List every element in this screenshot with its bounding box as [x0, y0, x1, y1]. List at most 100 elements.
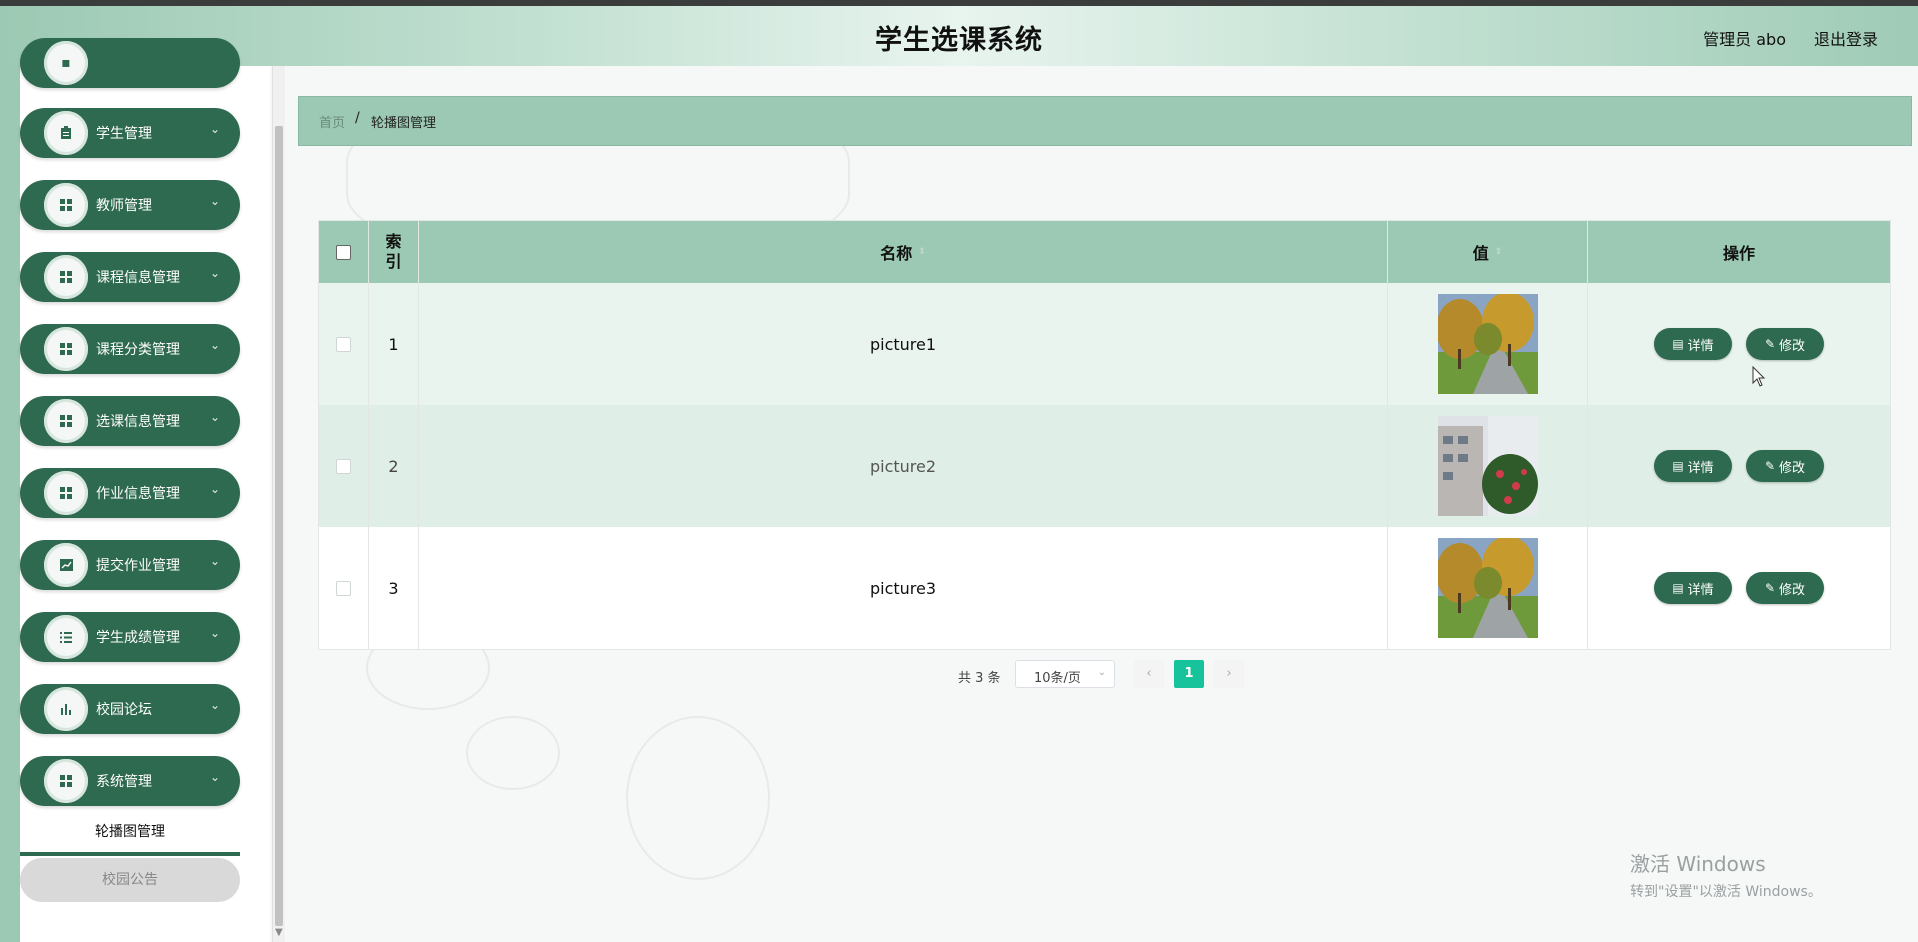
pencil-icon: ✎ — [1764, 337, 1776, 351]
detail-button[interactable]: ▤ 详情 — [1654, 572, 1732, 604]
scroll-down-arrow-icon[interactable]: ▼ — [275, 927, 283, 938]
trend-chart-icon — [44, 543, 88, 587]
column-header-value-label: 值 — [1472, 244, 1489, 263]
row-index: 1 — [369, 283, 419, 405]
row-select-cell — [319, 527, 369, 649]
campus-trees-image[interactable] — [1437, 538, 1538, 638]
menu-icon: ▪ — [44, 41, 88, 85]
grid-icon — [44, 471, 88, 515]
pagination-total: 共 3 条 — [958, 671, 1001, 686]
edit-button[interactable]: ✎ 修改 — [1746, 328, 1824, 360]
sidebar-item-label: 学生成绩管理 — [96, 630, 180, 646]
row-name: picture1 — [419, 283, 1388, 405]
watermark-subtitle: 转到"设置"以激活 Windows。 — [1630, 884, 1822, 900]
table-row: 1 picture1 ▤ 详情 ✎ 修改 — [319, 283, 1890, 405]
breadcrumb-separator: / — [355, 110, 360, 126]
scrollbar-thumb[interactable] — [275, 126, 283, 926]
edit-button-label: 修改 — [1779, 460, 1806, 476]
row-image-cell — [1388, 527, 1588, 649]
row-actions: ▤ 详情 ✎ 修改 — [1588, 527, 1890, 649]
edit-button[interactable]: ✎ 修改 — [1746, 572, 1824, 604]
next-page-button[interactable]: › — [1214, 660, 1244, 688]
table-header: 索 引 名称 ⇕ 值 ⇕ 操作 — [319, 221, 1890, 283]
document-icon: ▤ — [1672, 581, 1684, 595]
campus-trees-image[interactable] — [1437, 294, 1538, 394]
page-number-current[interactable]: 1 — [1174, 660, 1204, 688]
sidebar: ▪ 学生管理 ⌄ 教师管理 ⌄ 课程信息管理 ⌄ 课程分类管理 ⌄ 选课信息管理 — [0, 38, 274, 942]
chevron-down-icon: ⌄ — [209, 266, 220, 280]
chevron-down-icon: ⌄ — [209, 410, 220, 424]
chevron-down-icon: ⌄ — [209, 338, 220, 352]
sidebar-item-hidden[interactable]: ▪ — [20, 38, 240, 88]
sidebar-item-label: 系统管理 — [96, 774, 152, 790]
column-header-value[interactable]: 值 ⇕ — [1388, 221, 1588, 283]
sidebar-item-label: 作业信息管理 — [96, 486, 180, 502]
sidebar-item-student[interactable]: 学生管理 ⌄ — [20, 108, 240, 158]
sidebar-item-label: 课程分类管理 — [96, 342, 180, 358]
clipboard-icon — [44, 111, 88, 155]
submenu-announcement[interactable]: 校园公告 — [20, 858, 240, 902]
page-size-select[interactable]: 10条/页 ⌄ — [1015, 660, 1115, 688]
edit-button-label: 修改 — [1779, 582, 1806, 598]
row-checkbox[interactable] — [336, 336, 351, 352]
sidebar-item-label: 课程信息管理 — [96, 270, 180, 286]
grid-icon — [44, 183, 88, 227]
row-checkbox[interactable] — [336, 580, 351, 596]
sidebar-item-teacher[interactable]: 教师管理 ⌄ — [20, 180, 240, 230]
edit-button[interactable]: ✎ 修改 — [1746, 450, 1824, 482]
sidebar-item-label: 提交作业管理 — [96, 558, 180, 574]
sidebar-item-label: 校园论坛 — [96, 702, 152, 718]
sidebar-item-label: 学生管理 — [96, 126, 152, 142]
sidebar-item-course-category[interactable]: 课程分类管理 ⌄ — [20, 324, 240, 374]
pencil-icon: ✎ — [1764, 459, 1776, 473]
sidebar-item-system[interactable]: 系统管理 ⌄ — [20, 756, 240, 806]
chevron-down-icon: ⌄ — [209, 698, 220, 712]
row-image-cell — [1388, 405, 1588, 527]
detail-button-label: 详情 — [1687, 338, 1714, 354]
detail-button[interactable]: ▤ 详情 — [1654, 328, 1732, 360]
breadcrumb-home[interactable]: 首页 — [319, 112, 345, 131]
detail-button-label: 详情 — [1687, 460, 1714, 476]
row-name: picture3 — [419, 527, 1388, 649]
detail-button-label: 详情 — [1687, 582, 1714, 598]
breadcrumb: 首页 / 轮播图管理 — [298, 96, 1912, 146]
chevron-down-icon: ⌄ — [209, 482, 220, 496]
app-header: 学生选课系统 管理员 abo 退出登录 — [0, 6, 1918, 66]
building-flowers-image[interactable] — [1437, 416, 1538, 516]
sidebar-item-label: 选课信息管理 — [96, 414, 180, 430]
background-decoration — [626, 716, 770, 880]
pencil-icon: ✎ — [1764, 581, 1776, 595]
document-icon: ▤ — [1672, 337, 1684, 351]
chevron-down-icon: ⌄ — [209, 770, 220, 784]
chevron-down-icon: ⌄ — [209, 626, 220, 640]
sidebar-item-grades[interactable]: 学生成绩管理 ⌄ — [20, 612, 240, 662]
pagination: 共 3 条 10条/页 ⌄ ‹ 1 › — [0, 660, 1918, 690]
sidebar-item-homework[interactable]: 作业信息管理 ⌄ — [20, 468, 240, 518]
row-index: 2 — [369, 405, 419, 527]
row-checkbox[interactable] — [336, 458, 351, 474]
chevron-down-icon: ⌄ — [209, 194, 220, 208]
row-actions: ▤ 详情 ✎ 修改 — [1588, 283, 1890, 405]
breadcrumb-current: 轮播图管理 — [371, 116, 437, 131]
sidebar-item-enrollment[interactable]: 选课信息管理 ⌄ — [20, 396, 240, 446]
prev-page-button[interactable]: ‹ — [1134, 660, 1164, 688]
logout-link[interactable]: 退出登录 — [1814, 26, 1878, 50]
row-image-cell — [1388, 283, 1588, 405]
sort-icon[interactable]: ⇕ — [918, 247, 926, 257]
chevron-down-icon: ⌄ — [209, 554, 220, 568]
select-all-cell — [319, 221, 369, 283]
sort-icon[interactable]: ⇕ — [1495, 247, 1503, 257]
carousel-table: 索 引 名称 ⇕ 值 ⇕ 操作 1 picture1 ▤ 详情 ✎ 修改 2 p… — [318, 220, 1891, 650]
submenu-carousel[interactable]: 轮播图管理 — [20, 812, 240, 856]
sidebar-item-submissions[interactable]: 提交作业管理 ⌄ — [20, 540, 240, 590]
chevron-down-icon: ⌄ — [1097, 667, 1106, 678]
document-icon: ▤ — [1672, 459, 1684, 473]
detail-button[interactable]: ▤ 详情 — [1654, 450, 1732, 482]
column-header-name[interactable]: 名称 ⇕ — [419, 221, 1388, 283]
select-all-checkbox[interactable] — [336, 244, 351, 260]
sidebar-item-course-info[interactable]: 课程信息管理 ⌄ — [20, 252, 240, 302]
sidebar-scrollbar[interactable]: ▼ — [272, 66, 285, 942]
page-size-value: 10条/页 — [1034, 671, 1081, 686]
sidebar-item-forum[interactable]: 校园论坛 ⌄ — [20, 684, 240, 734]
sidebar-item-label: 教师管理 — [96, 198, 152, 214]
